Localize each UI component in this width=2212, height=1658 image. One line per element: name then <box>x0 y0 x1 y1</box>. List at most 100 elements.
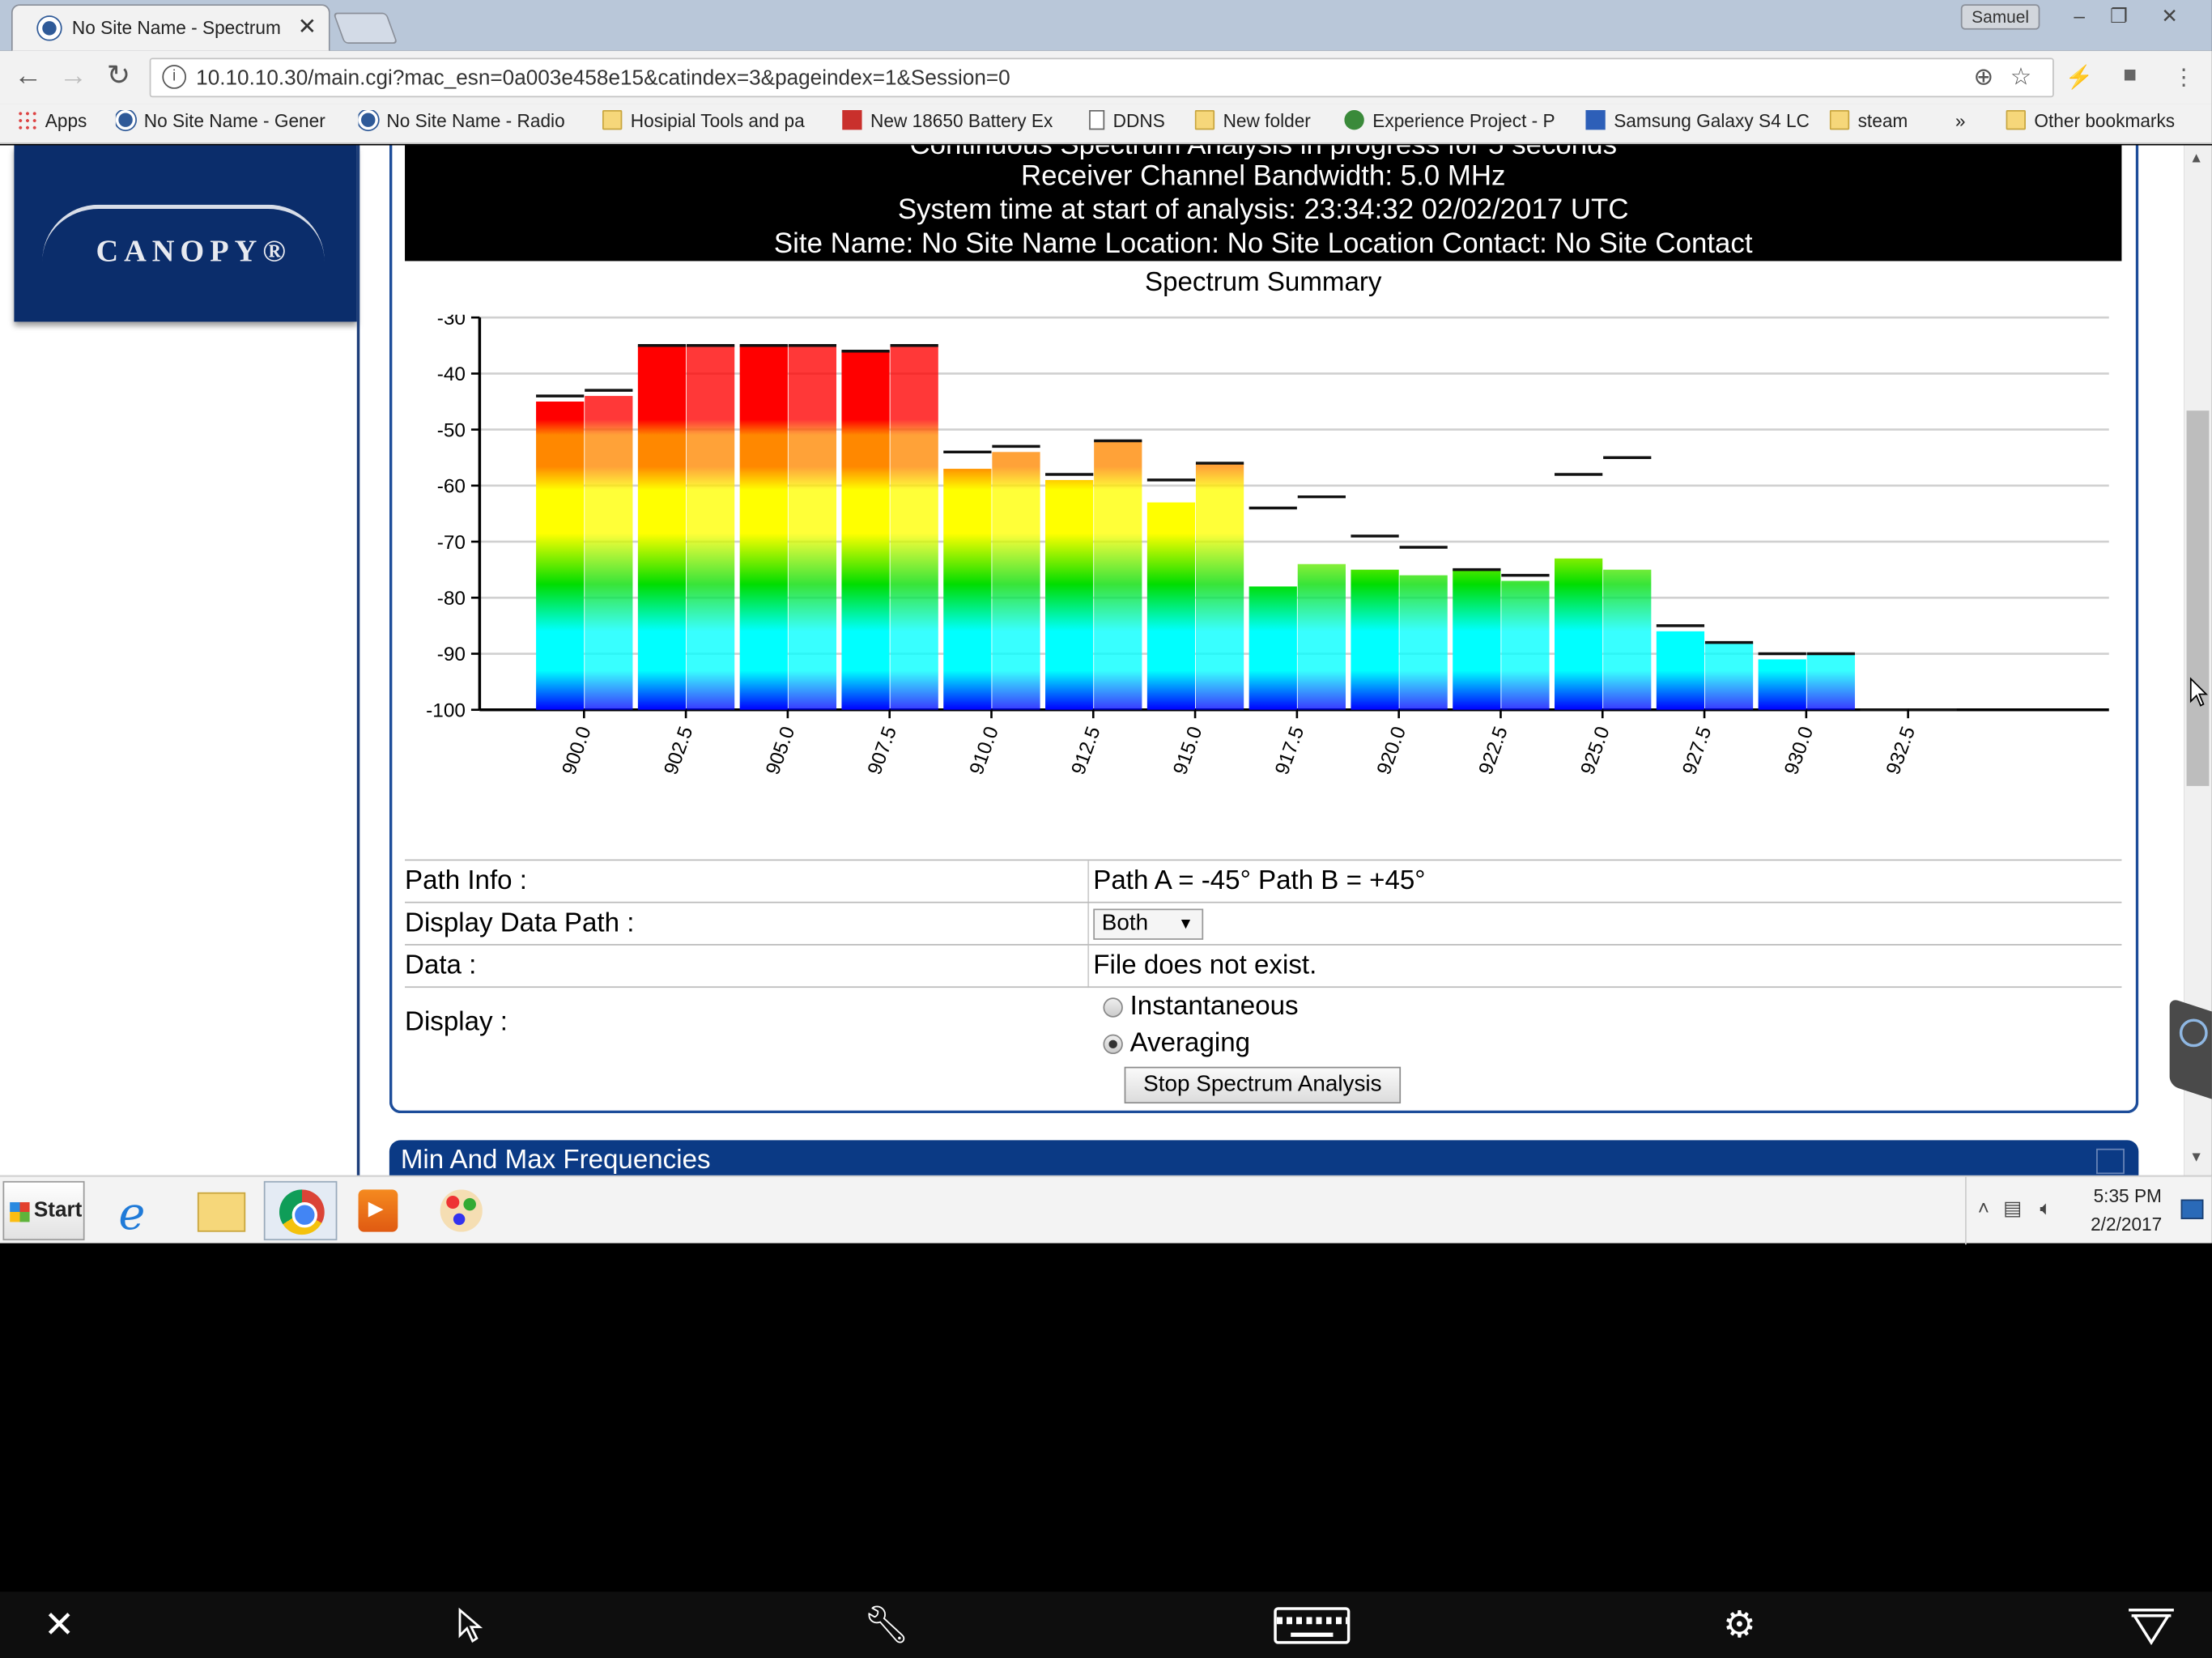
x-tick-label: 902.5 <box>660 724 697 778</box>
clock-date[interactable]: 2/2/2017 <box>2091 1214 2162 1235</box>
canopy-favicon-icon <box>38 16 61 40</box>
bookmark-item[interactable]: No Site Name - Gener <box>115 109 342 138</box>
action-center-icon[interactable] <box>2180 1199 2204 1219</box>
file-explorer-icon <box>197 1192 246 1232</box>
show-hidden-icons-icon[interactable]: ˄ <box>1978 1197 1989 1219</box>
x-tick-label: 930.0 <box>1780 724 1818 778</box>
browser-tab-bar: No Site Name - Spectrum ✕ Samuel – ❐ ✕ <box>0 0 2212 51</box>
min-max-frequencies-header[interactable]: Min And Max Frequencies <box>389 1140 2139 1175</box>
x-tick-label: 915.0 <box>1169 724 1206 778</box>
y-tick-label: -60 <box>437 476 466 498</box>
tool-icon <box>1585 109 1606 130</box>
bookmark-item[interactable]: New 18650 Battery Ex <box>842 109 1068 138</box>
volume-icon[interactable]: 🔈︎ <box>2040 1197 2052 1221</box>
x-tick-label: 907.5 <box>864 724 901 778</box>
bookmark-item[interactable]: No Site Name - Radio <box>358 109 585 138</box>
sidebar-divider <box>356 145 360 1175</box>
scroll-down-arrow-icon[interactable]: ▼ <box>2189 1150 2203 1166</box>
address-bar[interactable]: i 10.10.10.30/main.cgi?mac_esn=0a003e458… <box>149 57 2054 98</box>
clock-time[interactable]: 5:35 PM <box>2094 1185 2162 1206</box>
forward-arrow-icon[interactable]: → <box>57 61 91 95</box>
start-button[interactable]: Start <box>2 1180 85 1241</box>
file-explorer-taskbar-button[interactable] <box>183 1181 257 1240</box>
radio-instantaneous[interactable] <box>1103 997 1123 1018</box>
chrome-icon <box>279 1189 325 1235</box>
restore-window-icon[interactable]: ❐ <box>2099 2 2139 31</box>
canopy-logo[interactable]: CANOPY® <box>14 145 357 322</box>
bookmark-item[interactable]: Hosipial Tools and pa <box>602 109 825 138</box>
x-tick-label: 932.5 <box>1882 724 1920 778</box>
spectrum-bar <box>1806 653 1855 710</box>
spectrum-bar <box>1399 575 1448 710</box>
display-path-selected: Both <box>1101 911 1149 936</box>
bookmarks-overflow-button[interactable]: » <box>1955 110 1978 138</box>
y-tick-label: -40 <box>437 363 466 385</box>
x-tick-label: 927.5 <box>1678 724 1716 778</box>
y-tick-label: -90 <box>437 644 466 665</box>
radio-averaging-label[interactable]: Averaging <box>1130 1029 1250 1060</box>
media-player-taskbar-button[interactable] <box>342 1181 415 1240</box>
minimize-window-icon[interactable]: – <box>2060 2 2099 31</box>
extension-icon[interactable]: ⚡ <box>2065 63 2094 91</box>
radio-averaging[interactable] <box>1103 1034 1123 1055</box>
internet-explorer-taskbar-button[interactable]: e <box>101 1181 175 1240</box>
settings-gear-icon[interactable]: ⚙ <box>1716 1603 1762 1648</box>
profile-badge[interactable]: Samuel <box>1960 4 2040 30</box>
x-tick-label: 922.5 <box>1475 724 1512 778</box>
y-tick-label: -50 <box>437 419 466 441</box>
spectrum-bar <box>890 345 938 710</box>
stop-spectrum-analysis-button[interactable]: Stop Spectrum Analysis <box>1124 1066 1402 1104</box>
keyboard-icon[interactable] <box>1274 1607 1351 1644</box>
close-session-icon[interactable]: ✕ <box>36 1603 82 1648</box>
remote-handle-icon <box>2179 1018 2208 1048</box>
remote-side-handle[interactable] <box>2169 997 2212 1099</box>
site-info-icon[interactable]: i <box>162 65 186 89</box>
collapse-toggle-icon[interactable] <box>2096 1148 2125 1175</box>
min-max-title: Min And Max Frequencies <box>400 1146 711 1175</box>
bookmark-star-icon[interactable]: ☆ <box>2010 63 2032 91</box>
display-path-select[interactable]: Both ▼ <box>1093 908 1204 940</box>
new-tab-button[interactable] <box>333 12 398 45</box>
pointer-mode-icon[interactable] <box>457 1607 486 1643</box>
spectrum-bar <box>637 345 687 710</box>
y-tick-label: -100 <box>426 699 466 721</box>
scroll-thumb[interactable] <box>2186 410 2210 786</box>
system-tray: ˄ ▤ 🔈︎ 5:35 PM 2/2/2017 <box>1965 1176 2212 1245</box>
bookmark-item[interactable]: New folder <box>1194 109 1330 138</box>
close-tab-icon[interactable]: ✕ <box>298 13 317 41</box>
hide-toolbar-icon[interactable] <box>2127 1609 2175 1646</box>
chrome-menu-icon[interactable]: ⋮ <box>2170 63 2198 91</box>
reload-icon[interactable]: ↻ <box>101 61 135 95</box>
spectrum-bar <box>943 469 992 710</box>
zoom-icon[interactable]: ⊕ <box>1973 63 1993 91</box>
remote-control-bar: ✕ 🔧︎ ⚙ <box>0 1592 2212 1658</box>
network-icon[interactable]: ▤ <box>2003 1197 2022 1221</box>
bookmark-item[interactable]: steam <box>1829 109 1929 138</box>
bookmarks-bar: Apps No Site Name - Gener No Site Name -… <box>0 104 2212 144</box>
x-tick-label: 917.5 <box>1271 724 1308 778</box>
chrome-taskbar-button[interactable] <box>263 1180 338 1241</box>
header-line-system-time: System time at start of analysis: 23:34:… <box>897 194 1629 226</box>
bookmark-item[interactable]: DDNS <box>1089 109 1180 138</box>
scroll-up-arrow-icon[interactable]: ▲ <box>2189 151 2203 167</box>
bookmark-item[interactable]: Experience Project - P <box>1344 109 1567 138</box>
other-bookmarks[interactable]: Other bookmarks <box>2006 109 2204 138</box>
data-label: Data : <box>405 950 477 981</box>
bookmark-item[interactable]: Samsung Galaxy S4 LC <box>1585 109 1814 138</box>
radio-instantaneous-label[interactable]: Instantaneous <box>1130 992 1299 1022</box>
x-tick-label: 920.0 <box>1373 724 1410 778</box>
bookmark-apps[interactable]: Apps <box>16 109 102 138</box>
display-path-label: Display Data Path : <box>405 908 635 939</box>
dropdown-arrow-icon: ▼ <box>1178 916 1193 933</box>
url-text[interactable]: 10.10.10.30/main.cgi?mac_esn=0a003e458e1… <box>196 66 1010 91</box>
tab-spectrum[interactable]: No Site Name - Spectrum ✕ <box>11 4 330 51</box>
close-window-icon[interactable]: ✕ <box>2150 2 2189 31</box>
paint-taskbar-button[interactable] <box>423 1181 497 1240</box>
back-arrow-icon[interactable]: ← <box>11 61 45 95</box>
folder-icon <box>1829 109 1850 130</box>
header-line-progress: Continuous Spectrum Analysis in progress… <box>405 146 2121 159</box>
wrench-tools-icon[interactable]: 🔧︎ <box>863 1603 910 1648</box>
data-row: Data : File does not exist. <box>405 944 2122 988</box>
extension-square-icon[interactable]: ■ <box>2116 63 2144 91</box>
x-tick-label: 905.0 <box>762 724 799 778</box>
